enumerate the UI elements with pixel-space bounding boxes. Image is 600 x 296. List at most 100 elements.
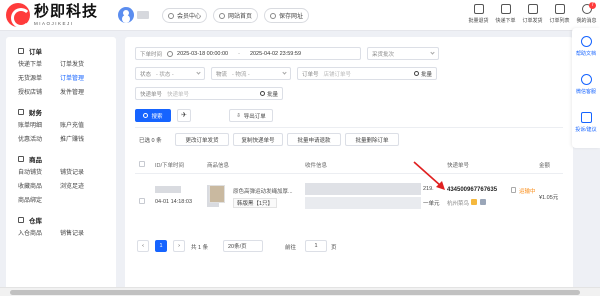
sidebar-item-binding[interactable]: 商品绑定 bbox=[18, 197, 60, 206]
search-icon bbox=[143, 113, 149, 118]
col-amount: 金额 bbox=[539, 163, 551, 169]
order-number-input[interactable]: 订单号 店铺订单号 批量 bbox=[297, 67, 437, 80]
sidebar-item-list-history[interactable]: 铺货记录 bbox=[60, 169, 110, 178]
sidebar-item-referral[interactable]: 推广赚钱 bbox=[60, 136, 110, 145]
return-batch-select[interactable]: 采货批次 bbox=[367, 47, 439, 60]
prev-page-button[interactable]: ‹ bbox=[137, 240, 149, 252]
user-name-redacted bbox=[137, 11, 149, 19]
user-circle-icon bbox=[168, 12, 174, 19]
save-url-link[interactable]: 保存网址 bbox=[264, 8, 310, 23]
note-icon[interactable] bbox=[471, 199, 477, 205]
message-count-badge: 7 bbox=[589, 2, 596, 9]
sidebar-item-bills[interactable]: 账单明细 bbox=[18, 122, 60, 131]
bookmark-icon bbox=[270, 12, 277, 19]
clock-icon bbox=[167, 50, 174, 57]
goto-label: 前往 bbox=[285, 245, 297, 251]
order-panel: 下单时间 2025-03-18 00:00:00 - 2025-04-02 23… bbox=[125, 37, 573, 296]
sidebar-item-auto-list[interactable]: 自动铺货 bbox=[18, 169, 60, 178]
home-link[interactable]: 网站首页 bbox=[213, 8, 259, 23]
total-count: 共 1 条 bbox=[191, 245, 209, 251]
logistics-select[interactable]: 物流 - 物流 - bbox=[211, 67, 291, 80]
order-icon bbox=[18, 47, 24, 54]
sidebar-section-goods: 商品 bbox=[18, 153, 116, 164]
page-unit: 页 bbox=[331, 245, 337, 251]
sidebar-item-express-order[interactable]: 快递下单 bbox=[18, 61, 60, 70]
col-recipient: 收件信息 bbox=[305, 163, 328, 169]
chevron-right-icon: › bbox=[178, 243, 180, 249]
product-title[interactable]: 原色高弹运动发绳加厚... bbox=[233, 187, 293, 195]
top-header: 秒即科技 MIAOJIKEJI 会员中心 网站首页 保存网址 批量退货 快递下单… bbox=[0, 0, 600, 31]
sidebar-item-no-stock[interactable]: 无货源单 bbox=[18, 75, 60, 84]
member-center-link[interactable]: 会员中心 bbox=[162, 8, 208, 23]
order-ship-button[interactable]: 订单发货 bbox=[519, 4, 546, 24]
next-page-button[interactable]: › bbox=[173, 240, 185, 252]
sidebar-item-sales[interactable]: 销售记录 bbox=[60, 230, 110, 239]
order-amount: ¥1.05元 bbox=[539, 195, 559, 201]
col-id-date: ID/下单时间 bbox=[155, 163, 185, 169]
edit-icon bbox=[580, 112, 592, 123]
change-ship-button[interactable]: 更改订单发货 bbox=[175, 133, 229, 146]
sidebar-item-recharge[interactable]: 账户充值 bbox=[60, 122, 110, 131]
express-order-button[interactable]: 快递下单 bbox=[492, 4, 519, 24]
batch-delete-button[interactable]: 批量删除订单 bbox=[345, 133, 399, 146]
copy-icon[interactable] bbox=[511, 187, 516, 193]
sidebar-item-order-ship[interactable]: 订单发货 bbox=[60, 61, 110, 70]
feedback-button[interactable]: 投诉/建议 bbox=[572, 112, 600, 133]
list-icon bbox=[554, 4, 565, 14]
brand-logo[interactable]: 秒即科技 MIAOJIKEJI bbox=[6, 3, 99, 28]
scroll-thumb[interactable] bbox=[10, 290, 580, 295]
status-select[interactable]: 状态 - 状态 - bbox=[135, 67, 205, 80]
select-all-checkbox[interactable] bbox=[139, 161, 145, 167]
export-orders-button[interactable]: ⇩ 导出订单 bbox=[229, 109, 273, 122]
page-1-button[interactable]: 1 bbox=[155, 240, 167, 252]
truck-icon bbox=[500, 4, 511, 14]
horizontal-scrollbar[interactable] bbox=[0, 287, 600, 296]
question-icon bbox=[580, 36, 592, 47]
messages-button[interactable]: 我的消息 7 bbox=[573, 2, 600, 24]
page-size-select[interactable]: 20条/页 bbox=[223, 240, 263, 252]
message-icon[interactable] bbox=[480, 199, 486, 205]
batch-return-button[interactable]: 批量退货 bbox=[465, 4, 492, 24]
product-thumbnail[interactable] bbox=[209, 185, 225, 203]
order-list-button[interactable]: 订单列表 bbox=[546, 4, 573, 24]
sidebar-item-history[interactable]: 浏览足迹 bbox=[60, 183, 110, 192]
tracking-number-input[interactable]: 快递单号 快递单号 批量 bbox=[135, 87, 283, 100]
return-icon bbox=[473, 4, 484, 14]
order-date-range[interactable]: 下单时间 2025-03-18 00:00:00 - 2025-04-02 23… bbox=[135, 47, 361, 60]
order-date: 04-01 14:18:03 bbox=[155, 199, 193, 205]
col-product: 商品信息 bbox=[207, 163, 230, 169]
sidebar-item-promotions[interactable]: 优惠活动 bbox=[18, 136, 60, 145]
sidebar-item-shops[interactable]: 授权店铺 bbox=[18, 89, 60, 98]
headset-icon bbox=[580, 74, 592, 85]
goto-page-input[interactable]: 1 bbox=[305, 240, 327, 252]
help-docs-button[interactable]: 帮助文档 bbox=[572, 36, 600, 57]
tracking-number[interactable]: 434500967767635 bbox=[447, 187, 497, 193]
recipient-redacted bbox=[305, 183, 421, 195]
copy-tracking-button[interactable]: 复制快递单号 bbox=[233, 133, 283, 146]
sidebar-item-inbound[interactable]: 入仓商品 bbox=[18, 230, 60, 239]
user-menu[interactable] bbox=[118, 7, 149, 23]
search-button[interactable]: 搜索 bbox=[135, 109, 171, 122]
sidebar-item-shipments[interactable]: 发件管理 bbox=[60, 89, 110, 98]
chevron-down-icon bbox=[282, 70, 287, 75]
clear-filters-button[interactable]: ✈ bbox=[177, 109, 191, 122]
wechat-support-button[interactable]: 微信客服 bbox=[572, 74, 600, 95]
logo-icon bbox=[6, 3, 31, 28]
sidebar-item-order-manage[interactable]: 订单管理 bbox=[60, 75, 110, 84]
brand-name-en: MIAOJIKEJI bbox=[34, 21, 74, 26]
annotation-arrow bbox=[413, 161, 445, 190]
address-redacted bbox=[305, 197, 421, 209]
home-icon bbox=[219, 12, 226, 19]
tracking-batch-button[interactable]: 批量 bbox=[259, 90, 278, 98]
sidebar-item-favorites[interactable]: 收藏商品 bbox=[18, 183, 60, 192]
batch-refund-button[interactable]: 批量申请退款 bbox=[287, 133, 341, 146]
order-batch-button[interactable]: 批量 bbox=[413, 70, 432, 78]
chevron-left-icon: ‹ bbox=[142, 243, 144, 249]
order-id-redacted bbox=[155, 186, 181, 193]
sidebar: 订单 快递下单 订单发货 无货源单 订单管理 授权店铺 发件管理 财务 账单明细… bbox=[6, 37, 116, 296]
brand-name: 秒即科技 bbox=[34, 3, 99, 20]
download-icon: ⇩ bbox=[236, 112, 241, 119]
row-checkbox[interactable] bbox=[139, 198, 145, 204]
broom-icon: ✈ bbox=[181, 112, 187, 119]
carrier-name: 杭州菜鸟 bbox=[447, 201, 470, 207]
